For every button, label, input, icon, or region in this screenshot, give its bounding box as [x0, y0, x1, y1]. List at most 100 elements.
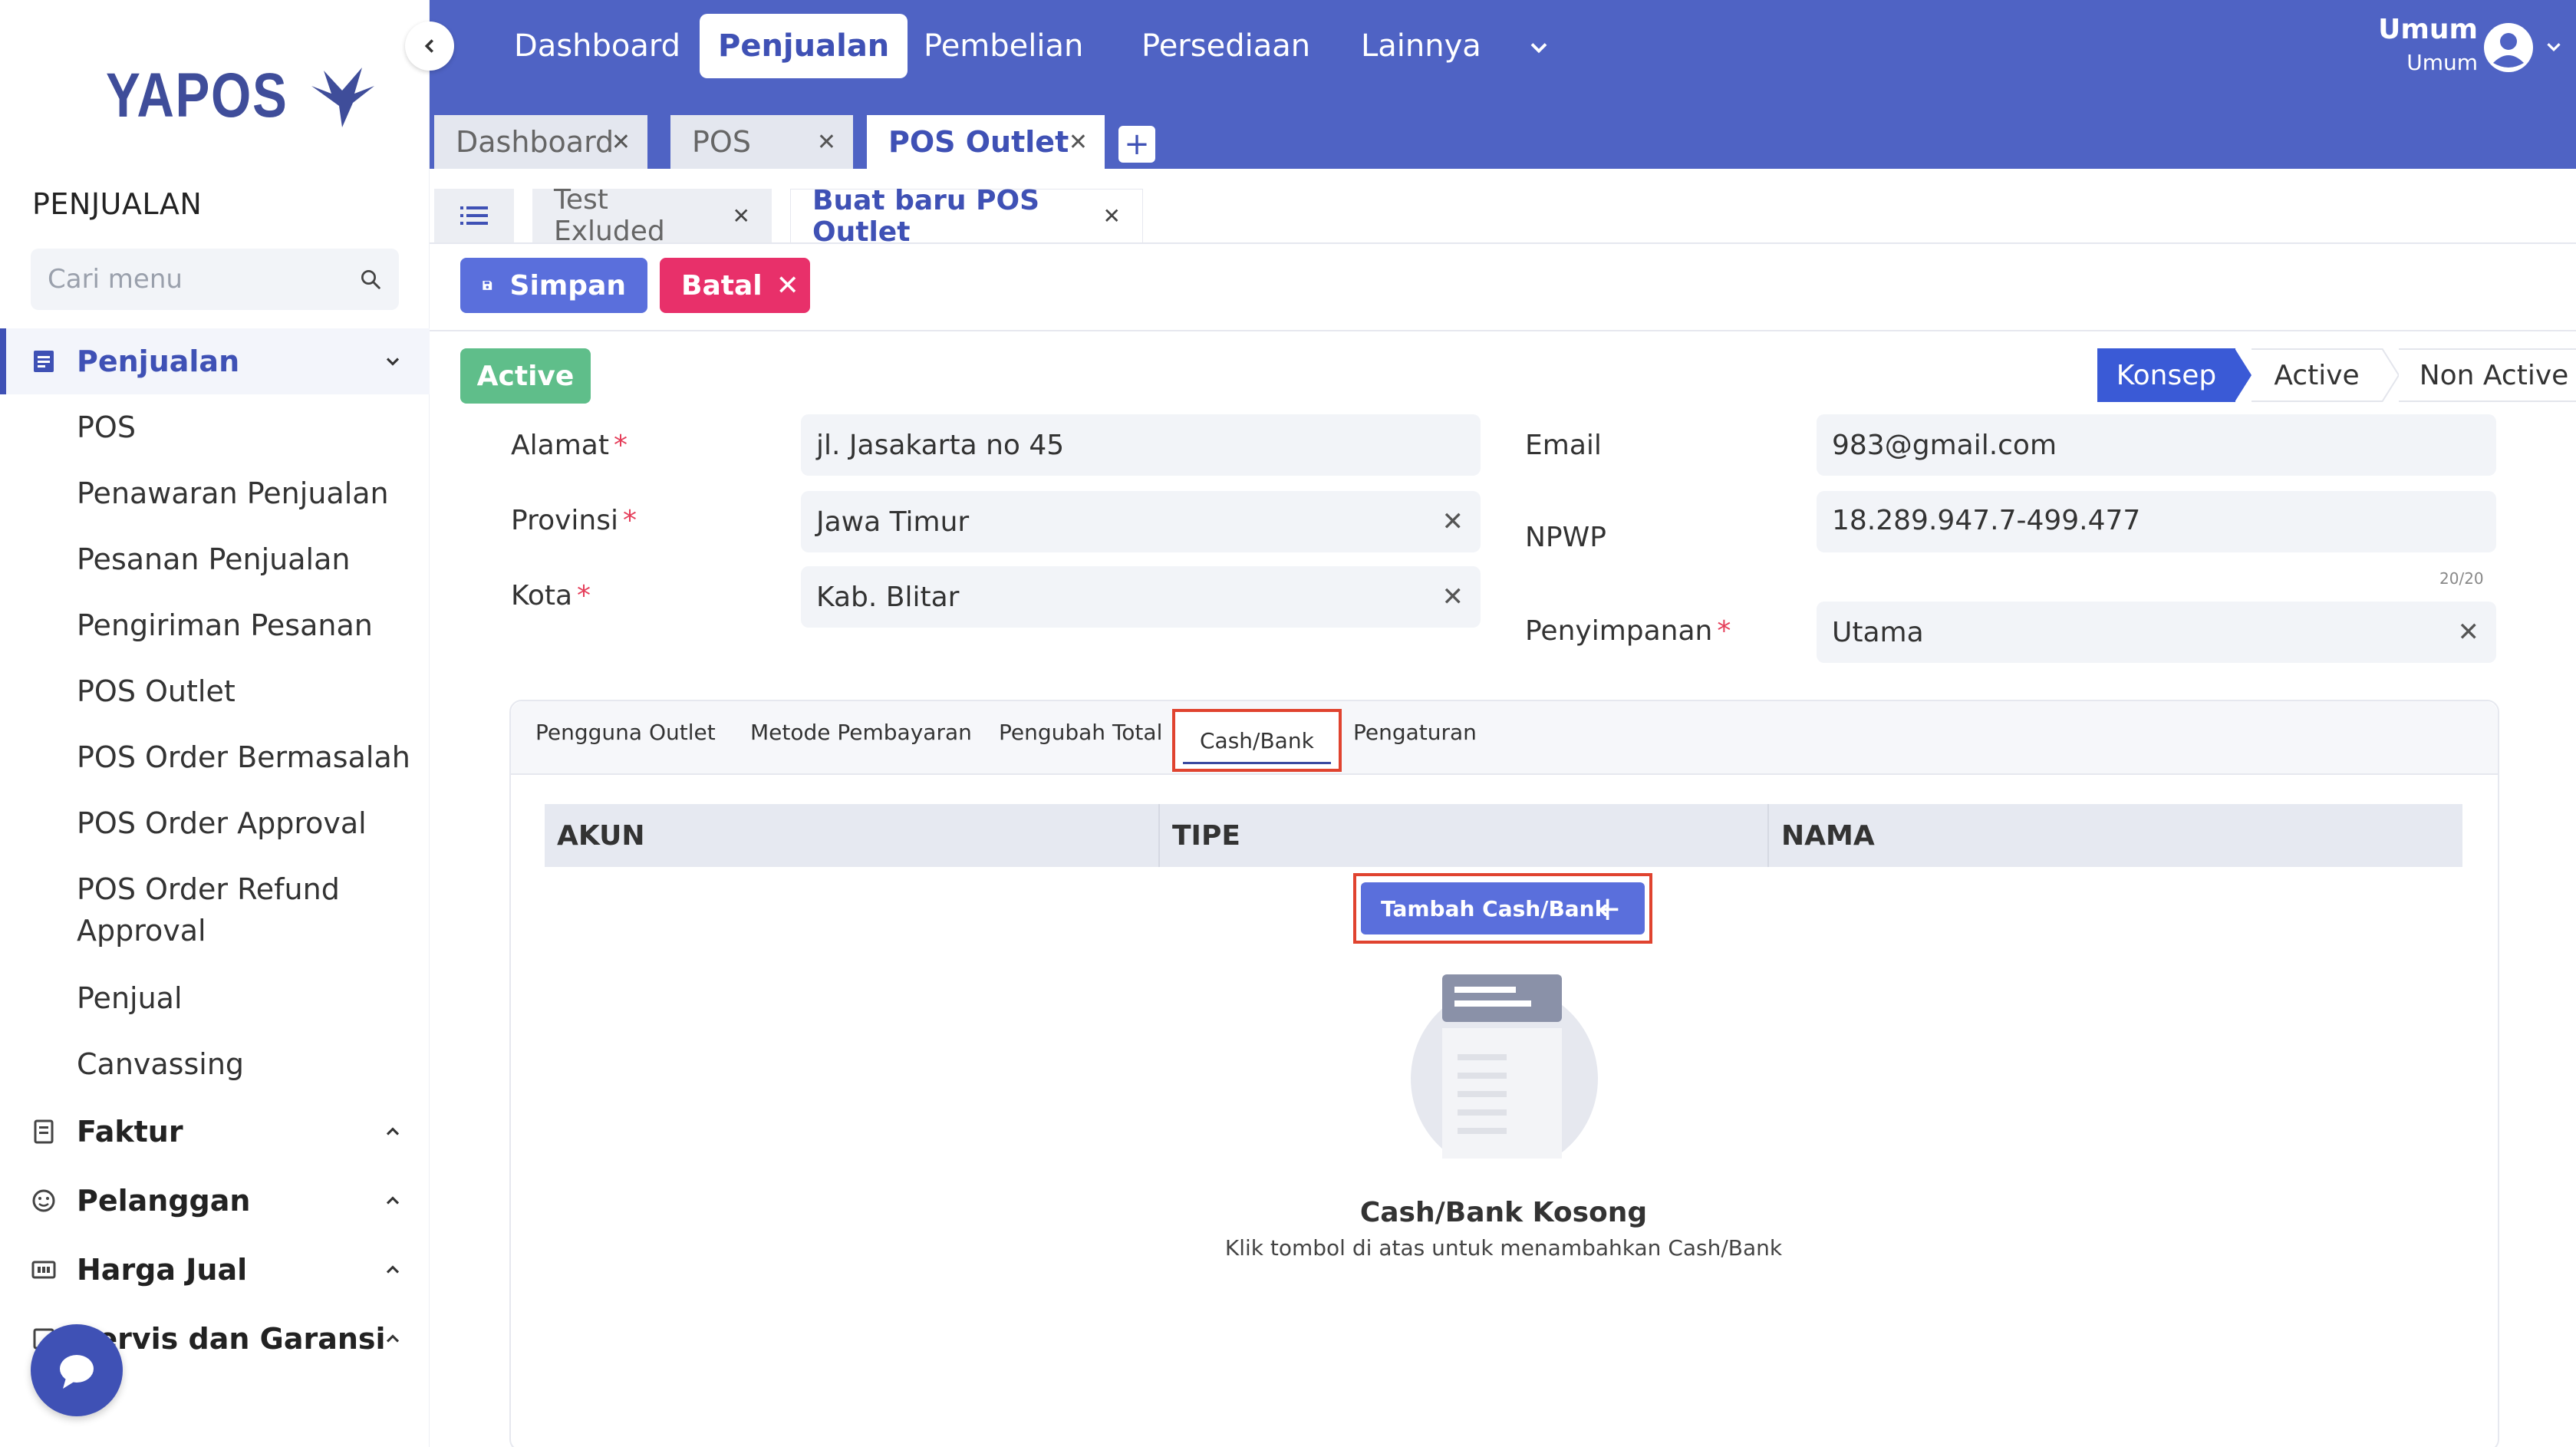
- kota-select[interactable]: Kab. Blitar ✕: [801, 566, 1481, 628]
- penyimpanan-select[interactable]: Utama ✕: [1817, 602, 2496, 663]
- sidebar-item-pos-order-refund-approval[interactable]: Approval: [77, 910, 206, 951]
- cancel-button[interactable]: Batal ✕: [660, 258, 810, 313]
- sidebar-item-pos[interactable]: POS: [77, 407, 136, 448]
- sidebar-item-pos-order-approval[interactable]: POS Order Approval: [77, 803, 367, 844]
- tab-pengguna-outlet[interactable]: Pengguna Outlet: [535, 720, 716, 745]
- document-subtabs: Test Exluded ✕ Buat baru POS Outlet ✕: [430, 169, 2576, 248]
- column-header-akun[interactable]: AKUN: [545, 804, 1160, 867]
- price-tag-icon: [31, 1257, 57, 1283]
- required-marker: *: [623, 505, 637, 536]
- detail-tabbar: Pengguna Outlet Metode Pembayaran Pengub…: [511, 701, 2498, 775]
- clear-icon[interactable]: ✕: [2458, 617, 2480, 648]
- npwp-label: NPWP: [1525, 522, 1606, 553]
- save-button[interactable]: Simpan: [460, 258, 647, 313]
- sidebar-group-pelanggan[interactable]: Pelanggan: [0, 1168, 430, 1234]
- chevron-up-icon: [386, 1334, 400, 1343]
- sidebar-group-faktur[interactable]: Faktur: [0, 1099, 430, 1165]
- chevron-up-icon: [386, 1196, 400, 1205]
- tab-pengaturan[interactable]: Pengaturan: [1353, 720, 1477, 745]
- provinsi-select[interactable]: Jawa Timur ✕: [801, 491, 1481, 552]
- document-list-icon: [31, 348, 57, 374]
- subtab-label: Test Exluded: [554, 184, 665, 247]
- topnav-lainnya[interactable]: Lainnya: [1342, 14, 1500, 78]
- topnav-pembelian[interactable]: Pembelian: [905, 14, 1102, 78]
- smiley-icon: [31, 1188, 57, 1214]
- sidebar-item-pesanan-penjualan[interactable]: Pesanan Penjualan: [77, 539, 350, 580]
- subtab-buat-baru-pos-outlet[interactable]: Buat baru POS Outlet ✕: [790, 185, 1143, 248]
- more-menu-chevron-icon[interactable]: [1525, 34, 1553, 61]
- step-non-active[interactable]: Non Active: [2399, 348, 2576, 402]
- list-view-button[interactable]: [434, 189, 514, 242]
- required-marker: *: [577, 580, 591, 611]
- clear-icon[interactable]: ✕: [1442, 582, 1464, 612]
- user-info[interactable]: Umum Umum: [2378, 14, 2478, 75]
- kota-value: Kab. Blitar: [816, 581, 960, 613]
- topnav-persediaan[interactable]: Persediaan: [1123, 14, 1329, 78]
- close-icon[interactable]: ✕: [1103, 203, 1121, 229]
- cash-bank-table-header: AKUN TIPE NAMA: [545, 804, 2462, 867]
- chevron-up-icon: [386, 1265, 400, 1274]
- subtab-test-exluded[interactable]: Test Exluded ✕: [532, 184, 772, 247]
- provinsi-label: Provinsi *: [511, 505, 637, 536]
- add-cash-bank-button[interactable]: Tambah Cash/Bank +: [1361, 882, 1645, 934]
- column-header-tipe[interactable]: TIPE: [1160, 804, 1769, 867]
- penyimpanan-label: Penyimpanan *: [1525, 615, 1731, 647]
- sidebar-group-label: Faktur: [77, 1115, 183, 1149]
- sidebar-item-penjual[interactable]: Penjual: [77, 977, 183, 1019]
- chevron-left-icon: [424, 39, 433, 53]
- status-badge: Active: [460, 348, 591, 404]
- empty-state-title: Cash/Bank Kosong: [1359, 1197, 1648, 1228]
- chat-icon: [60, 1355, 94, 1389]
- kota-label: Kota *: [511, 580, 591, 611]
- user-role: Umum: [2406, 50, 2478, 75]
- app-logo[interactable]: YAPOS: [106, 60, 377, 132]
- top-navbar: Dashboard Penjualan Pembelian Persediaan…: [430, 0, 2576, 95]
- close-icon[interactable]: ✕: [1069, 129, 1088, 156]
- column-header-nama[interactable]: NAMA: [1769, 804, 2462, 867]
- sidebar-group-penjualan[interactable]: Penjualan: [0, 328, 430, 394]
- tab-cash-bank[interactable]: Cash/Bank: [1172, 709, 1342, 772]
- sidebar-item-pengiriman-pesanan[interactable]: Pengiriman Pesanan: [77, 605, 373, 646]
- user-avatar-icon[interactable]: [2482, 21, 2535, 74]
- menu-search-input[interactable]: [48, 264, 339, 295]
- sidebar-collapse-button[interactable]: [405, 21, 454, 71]
- alamat-value: jl. Jasakarta no 45: [816, 429, 1065, 461]
- step-konsep[interactable]: Konsep: [2097, 348, 2235, 402]
- topnav-penjualan[interactable]: Penjualan: [700, 14, 908, 78]
- chevron-up-icon: [386, 1127, 400, 1136]
- window-tab-dashboard[interactable]: Dashboard ✕: [434, 115, 647, 169]
- step-arrow: [2382, 348, 2399, 402]
- window-tabbar: Dashboard ✕ POS ✕ POS Outlet ✕ +: [430, 95, 2576, 169]
- toolbar-divider: [430, 330, 2576, 331]
- sidebar-group-harga-jual[interactable]: Harga Jual: [0, 1237, 430, 1303]
- sidebar-item-pos-order-bermasalah[interactable]: POS Order Bermasalah: [77, 737, 410, 778]
- close-icon[interactable]: ✕: [611, 129, 631, 156]
- chevron-down-icon: [386, 358, 400, 366]
- window-tab-pos-outlet[interactable]: POS Outlet ✕: [867, 115, 1105, 169]
- clear-icon[interactable]: ✕: [1442, 506, 1464, 537]
- sidebar-group-label: Servis dan Garansi: [77, 1322, 386, 1356]
- search-icon[interactable]: [359, 268, 382, 291]
- chat-widget-button[interactable]: [31, 1324, 123, 1416]
- tab-pengubah-total[interactable]: Pengubah Total: [999, 720, 1162, 745]
- sidebar-item-canvassing[interactable]: Canvassing: [77, 1043, 244, 1085]
- sidebar-search: [31, 249, 399, 310]
- email-field[interactable]: 983@gmail.com: [1817, 414, 2496, 476]
- step-active[interactable]: Active: [2252, 348, 2382, 402]
- sidebar-group-label: Pelanggan: [77, 1184, 251, 1218]
- required-marker: *: [1717, 615, 1731, 647]
- sidebar-item-pos-order-refund[interactable]: POS Order Refund: [77, 869, 340, 910]
- sidebar-item-pos-outlet[interactable]: POS Outlet: [77, 671, 236, 712]
- topnav-dashboard[interactable]: Dashboard: [496, 14, 699, 78]
- tab-metode-pembayaran[interactable]: Metode Pembayaran: [750, 720, 972, 745]
- alamat-field[interactable]: jl. Jasakarta no 45: [801, 414, 1481, 476]
- add-tab-button[interactable]: +: [1118, 126, 1155, 163]
- npwp-field[interactable]: 18.289.947.7-499.477: [1817, 491, 2496, 552]
- close-icon[interactable]: ✕: [817, 129, 836, 156]
- window-tab-pos[interactable]: POS ✕: [670, 115, 853, 169]
- window-tab-label: Dashboard: [456, 125, 614, 159]
- close-icon[interactable]: ✕: [733, 203, 750, 229]
- sidebar-item-penawaran-penjualan[interactable]: Penawaran Penjualan: [77, 473, 389, 514]
- sidebar: YAPOS PENJUALAN Penjualan POS Penawaran …: [0, 0, 430, 1447]
- user-menu-chevron-icon[interactable]: [2542, 35, 2565, 58]
